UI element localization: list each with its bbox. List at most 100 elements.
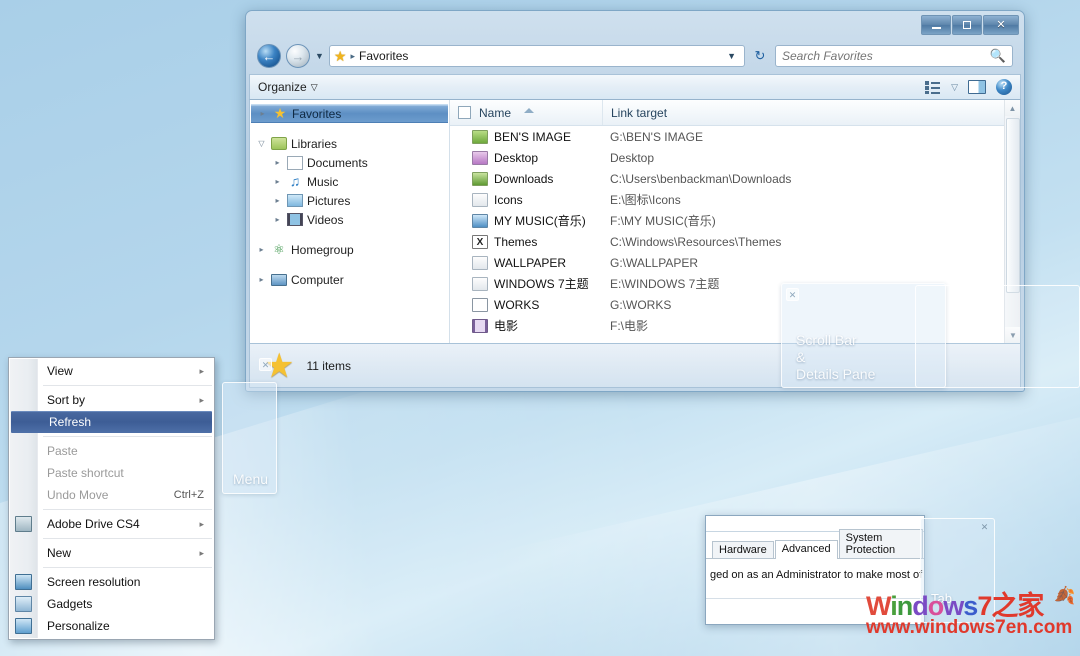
sidebar-item-label: Homegroup: [291, 242, 354, 257]
close-button[interactable]: ✕: [983, 15, 1019, 35]
file-name-cell: 电影: [450, 317, 602, 334]
context-menu-item-paste: Paste: [9, 440, 214, 462]
scrollbar-thumb[interactable]: [1006, 118, 1020, 293]
file-list: Name Link target BEN'S IMAGE G:\BEN'S IM…: [450, 100, 1020, 343]
expand-twisty-icon[interactable]: ▸: [272, 196, 283, 205]
pictures-icon: [287, 194, 303, 207]
expand-twisty-icon[interactable]: ▸: [256, 245, 267, 254]
minimize-button[interactable]: [921, 15, 951, 35]
file-name-cell: Icons: [450, 192, 602, 207]
link-target-cell: G:\BEN'S IMAGE: [610, 129, 703, 144]
window-titlebar[interactable]: ✕: [249, 14, 1021, 40]
table-row[interactable]: MY MUSIC(音乐) F:\MY MUSIC(音乐): [450, 210, 1020, 231]
table-row[interactable]: BEN'S IMAGE G:\BEN'S IMAGE: [450, 126, 1020, 147]
views-chevron-down-icon[interactable]: ▽: [951, 82, 958, 93]
star-icon: ★: [264, 346, 295, 385]
dialog-footer: [706, 598, 924, 614]
help-icon[interactable]: ?: [996, 79, 1012, 95]
expand-twisty-icon[interactable]: ▸: [256, 275, 267, 284]
refresh-button[interactable]: ↻: [750, 45, 770, 67]
tab-advanced[interactable]: Advanced: [774, 540, 838, 559]
sidebar-item-homegroup[interactable]: ▸ ⚛ Homegroup: [250, 240, 449, 259]
search-box[interactable]: 🔍: [775, 45, 1013, 67]
column-header-link-target[interactable]: Link target: [602, 100, 1020, 125]
preview-pane-icon[interactable]: [968, 80, 986, 94]
sort-ascending-icon: [524, 107, 534, 113]
sidebar-item-libraries[interactable]: ▽ Libraries: [250, 134, 449, 153]
file-name: WINDOWS 7主题: [494, 277, 589, 291]
annotation-label: Tab: [931, 591, 952, 606]
folder-icon: [472, 276, 488, 291]
music-folder-icon: [472, 213, 488, 228]
expand-twisty-icon[interactable]: ▸: [257, 109, 268, 118]
sidebar-item-videos[interactable]: ▸ Videos: [250, 210, 449, 229]
table-row[interactable]: Desktop Desktop: [450, 147, 1020, 168]
recent-pages-caret-icon[interactable]: ▼: [315, 51, 324, 61]
sidebar-item-favorites[interactable]: ▸ ★ Favorites: [251, 104, 448, 123]
annotation-menu: ✕ Menu: [222, 358, 277, 494]
table-row[interactable]: WORKS G:\WORKS: [450, 294, 1020, 315]
menu-item-label: Refresh: [49, 415, 92, 429]
forward-button[interactable]: →: [286, 44, 310, 68]
movie-folder-icon: [472, 318, 488, 333]
organize-button[interactable]: Organize ▽: [258, 80, 318, 94]
tab-hardware[interactable]: Hardware: [712, 541, 774, 558]
table-row[interactable]: WALLPAPER G:\WALLPAPER: [450, 252, 1020, 273]
link-target-cell: C:\Users\benbackman\Downloads: [610, 171, 792, 186]
libraries-icon: [271, 137, 287, 150]
scroll-up-arrow-icon[interactable]: ▲: [1005, 100, 1020, 116]
submenu-arrow-icon: ▸: [199, 394, 204, 405]
context-menu-item-refresh[interactable]: Refresh: [11, 411, 212, 433]
leaf-icon: 🍂: [1054, 586, 1075, 605]
context-menu-item-adobe-drive-cs4[interactable]: Adobe Drive CS4 ▸: [9, 513, 214, 535]
file-name: Desktop: [494, 150, 539, 165]
table-row[interactable]: WINDOWS 7主题 E:\WINDOWS 7主题: [450, 273, 1020, 294]
screen-resolution-icon: [15, 574, 32, 590]
expand-twisty-icon[interactable]: ▸: [272, 215, 283, 224]
annotation-label: Menu: [233, 471, 269, 487]
context-menu-item-view[interactable]: View ▸: [9, 360, 214, 382]
context-menu-item-personalize[interactable]: Personalize: [9, 615, 214, 637]
file-name-cell: Desktop: [450, 150, 602, 165]
expand-twisty-icon[interactable]: ▸: [272, 177, 283, 186]
context-menu-item-new[interactable]: New ▸: [9, 542, 214, 564]
sidebar-item-computer[interactable]: ▸ Computer: [250, 270, 449, 289]
table-row[interactable]: X Themes C:\Windows\Resources\Themes: [450, 231, 1020, 252]
personalize-icon: [15, 618, 32, 634]
address-dropdown-caret-icon[interactable]: ▼: [727, 51, 740, 61]
table-row[interactable]: Downloads C:\Users\benbackman\Downloads: [450, 168, 1020, 189]
table-row[interactable]: Icons E:\图标\Icons: [450, 189, 1020, 210]
dialog-body-text: ged on as an Administrator to make most …: [706, 558, 924, 598]
column-headers: Name Link target: [450, 100, 1020, 126]
table-row[interactable]: 电影 F:\电影: [450, 315, 1020, 336]
sidebar-item-label: Libraries: [291, 136, 338, 151]
link-target-cell: Desktop: [610, 150, 655, 165]
tab-system-protection[interactable]: System Protection: [838, 529, 923, 558]
back-button[interactable]: ←: [257, 44, 281, 68]
menu-item-label: Screen resolution: [47, 575, 141, 589]
sidebar-item-documents[interactable]: ▸ Documents: [250, 153, 449, 172]
file-name-cell: WORKS: [450, 297, 602, 312]
column-header-name[interactable]: Name: [450, 106, 602, 120]
select-all-checkbox[interactable]: [458, 106, 471, 119]
close-icon[interactable]: ✕: [979, 522, 990, 533]
views-icon[interactable]: [925, 80, 941, 94]
sidebar-item-pictures[interactable]: ▸ Pictures: [250, 191, 449, 210]
file-name-cell: BEN'S IMAGE: [450, 129, 602, 144]
scroll-down-arrow-icon[interactable]: ▼: [1005, 327, 1020, 343]
expand-twisty-icon[interactable]: ▸: [272, 158, 283, 167]
maximize-button[interactable]: [952, 15, 982, 35]
link-target-cell: C:\Windows\Resources\Themes: [610, 234, 782, 249]
window-controls: ✕: [920, 15, 1019, 35]
link-target-cell: E:\图标\Icons: [610, 193, 681, 207]
breadcrumb-current-path[interactable]: Favorites: [359, 49, 408, 63]
collapse-twisty-icon[interactable]: ▽: [256, 139, 267, 148]
context-menu-item-gadgets[interactable]: Gadgets: [9, 593, 214, 615]
file-name: WORKS: [494, 297, 540, 312]
address-bar[interactable]: ★ ▸ Favorites ▼: [328, 45, 745, 67]
context-menu-item-screen-resolution[interactable]: Screen resolution: [9, 571, 214, 593]
context-menu-item-sort-by[interactable]: Sort by ▸: [9, 389, 214, 411]
sidebar-item-music[interactable]: ▸ ♫ Music: [250, 172, 449, 191]
search-input[interactable]: [782, 49, 990, 63]
vertical-scrollbar[interactable]: ▲ ▼: [1004, 100, 1020, 343]
